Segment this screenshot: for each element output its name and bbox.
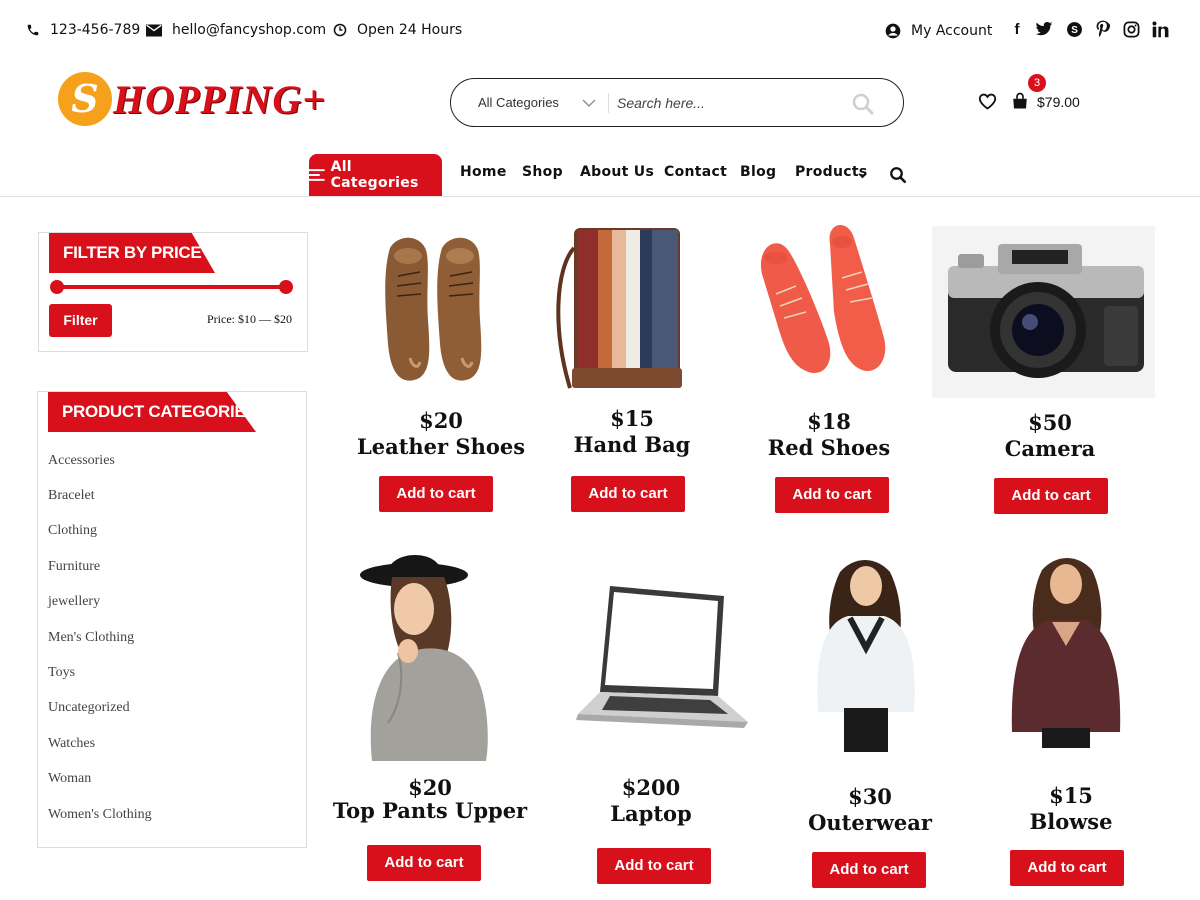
product-price: $20 <box>408 775 452 800</box>
linkedin-icon[interactable] <box>1150 19 1170 39</box>
hand-bag-image[interactable] <box>552 218 684 406</box>
add-to-cart-button[interactable]: Add to cart <box>812 852 926 888</box>
svg-text:S: S <box>1071 25 1078 36</box>
outerwear-image[interactable] <box>804 552 926 752</box>
skype-icon[interactable]: S <box>1064 19 1084 39</box>
product-name[interactable]: Hand Bag <box>532 432 732 457</box>
category-link[interactable]: Uncategorized <box>48 700 130 716</box>
logo-initial: S <box>58 72 112 126</box>
filter-by-price-widget: FILTER BY PRICE Filter Price: $10 — $20 <box>38 232 308 352</box>
email-address[interactable]: hello@fancyshop.com <box>172 22 326 38</box>
hours-info: Open 24 Hours <box>333 20 462 40</box>
instagram-icon[interactable] <box>1121 19 1141 39</box>
heart-icon[interactable] <box>978 93 997 110</box>
category-link[interactable]: Men's Clothing <box>48 630 134 646</box>
chevron-down-icon[interactable] <box>857 170 868 181</box>
search-input[interactable] <box>617 89 837 117</box>
top-pants-upper-image[interactable] <box>352 547 498 761</box>
category-link[interactable]: Watches <box>48 736 95 752</box>
product-price: $30 <box>848 784 892 809</box>
add-to-cart-button[interactable]: Add to cart <box>367 845 481 881</box>
shopping-bag-icon[interactable] <box>1011 92 1029 110</box>
cart-count-badge: 3 <box>1028 74 1046 92</box>
all-categories-label: All Categories <box>330 159 419 191</box>
nav-home[interactable]: Home <box>460 164 507 180</box>
product-categories-widget: PRODUCT CATEGORIES Accessories Bracelet … <box>37 391 307 848</box>
cart-total[interactable]: $79.00 <box>1037 94 1080 110</box>
nav-shop[interactable]: Shop <box>522 164 563 180</box>
logo-text: HOPPING+ <box>113 77 326 122</box>
category-link[interactable]: Woman <box>48 771 91 787</box>
add-to-cart-button[interactable]: Add to cart <box>597 848 711 884</box>
categories-title: PRODUCT CATEGORIES <box>48 392 256 432</box>
pinterest-icon[interactable] <box>1093 19 1113 39</box>
clock-icon <box>333 23 347 37</box>
product-name[interactable]: Red Shoes <box>729 435 929 460</box>
add-to-cart-button[interactable]: Add to cart <box>994 478 1108 514</box>
category-link[interactable]: Clothing <box>48 523 97 539</box>
leather-shoes-image[interactable] <box>370 228 496 390</box>
price-range-label: Price: $10 — $20 <box>207 312 292 326</box>
category-link[interactable]: Women's Clothing <box>48 807 152 823</box>
product-name[interactable]: Blowse <box>971 809 1171 834</box>
filter-button[interactable]: Filter <box>49 304 112 337</box>
product-price: $50 <box>1028 410 1072 435</box>
nav-blog[interactable]: Blog <box>740 164 776 180</box>
price-slider-track[interactable] <box>57 285 287 289</box>
product-name[interactable]: Laptop <box>551 801 751 826</box>
category-link[interactable]: Toys <box>48 665 75 681</box>
my-account-link[interactable]: My Account <box>885 21 992 41</box>
email-info[interactable]: hello@fancyshop.com <box>146 20 326 40</box>
product-price: $18 <box>807 409 851 434</box>
phone-icon <box>27 24 39 36</box>
add-to-cart-button[interactable]: Add to cart <box>571 476 685 512</box>
twitter-icon[interactable] <box>1034 19 1054 39</box>
category-link[interactable]: Furniture <box>48 559 100 575</box>
blowse-image[interactable] <box>1002 552 1132 748</box>
product-name[interactable]: Leather Shoes <box>341 434 541 459</box>
product-price: $20 <box>419 408 463 433</box>
category-link[interactable]: Accessories <box>48 453 115 469</box>
add-to-cart-button[interactable]: Add to cart <box>379 476 493 512</box>
search-separator <box>608 93 609 113</box>
laptop-image[interactable] <box>544 566 762 746</box>
envelope-icon <box>146 24 162 36</box>
all-categories-button[interactable]: All Categories <box>309 154 442 196</box>
filter-title: FILTER BY PRICE <box>49 233 215 273</box>
phone-info: 123-456-789 <box>26 20 140 40</box>
phone-number: 123-456-789 <box>50 22 141 38</box>
user-circle-icon <box>885 23 901 39</box>
my-account-label[interactable]: My Account <box>911 23 992 39</box>
product-price: $15 <box>610 406 654 431</box>
facebook-icon[interactable]: f <box>1007 19 1027 39</box>
nav-contact[interactable]: Contact <box>664 164 727 180</box>
nav-divider <box>0 196 1200 197</box>
price-slider-min-handle[interactable] <box>50 280 64 294</box>
product-name[interactable]: Camera <box>950 436 1150 461</box>
category-link[interactable]: jewellery <box>48 594 100 610</box>
product-price: $15 <box>1049 783 1093 808</box>
search-category-select[interactable]: All Categories <box>478 95 559 110</box>
product-name[interactable]: Outerwear <box>770 810 970 835</box>
menu-lines-icon <box>309 169 325 181</box>
search-icon[interactable] <box>889 166 907 184</box>
add-to-cart-button[interactable]: Add to cart <box>1010 850 1124 886</box>
product-price: $200 <box>621 775 681 800</box>
price-slider-max-handle[interactable] <box>279 280 293 294</box>
chevron-down-icon[interactable] <box>581 95 597 111</box>
opening-hours: Open 24 Hours <box>357 22 463 38</box>
nav-about-us[interactable]: About Us <box>580 164 654 180</box>
category-link[interactable]: Bracelet <box>48 488 95 504</box>
search-icon[interactable] <box>851 92 875 116</box>
add-to-cart-button[interactable]: Add to cart <box>775 477 889 513</box>
camera-image[interactable] <box>932 226 1155 398</box>
search-bar: All Categories <box>450 78 904 127</box>
red-shoes-image[interactable] <box>742 224 914 404</box>
product-name[interactable]: Top Pants Upper <box>315 798 545 823</box>
